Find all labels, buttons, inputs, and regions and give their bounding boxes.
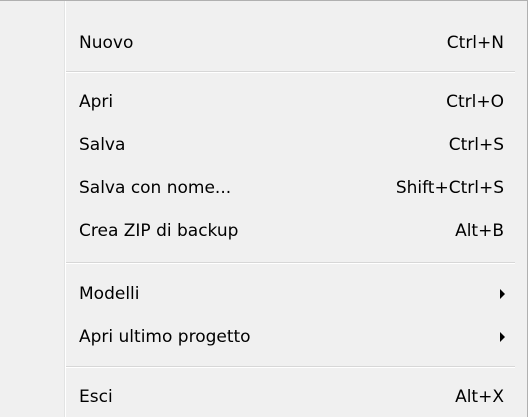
menu-item-label: Crea ZIP di backup	[79, 221, 239, 241]
menu-item-salva-con-nome[interactable]: Salva con nome... Shift+Ctrl+S	[66, 171, 515, 205]
menu-item-label: Esci	[79, 387, 113, 407]
menu-item-label: Apri	[79, 92, 114, 112]
menu-item-shortcut: Ctrl+N	[446, 33, 504, 53]
file-menu: Nuovo Ctrl+N Apri Ctrl+O Salva Ctrl+S Sa…	[0, 0, 528, 417]
menu-item-shortcut: Alt+X	[455, 387, 504, 407]
icon-gutter	[0, 1, 64, 417]
menu-item-crea-zip-backup[interactable]: Crea ZIP di backup Alt+B	[66, 214, 515, 248]
menu-item-salva[interactable]: Salva Ctrl+S	[66, 128, 515, 162]
submenu-arrow-icon	[500, 289, 505, 299]
menu-separator	[66, 262, 515, 264]
menu-item-shortcut: Ctrl+S	[448, 135, 504, 155]
menu-item-label: Salva	[79, 135, 126, 155]
menu-item-shortcut: Ctrl+O	[446, 92, 504, 112]
menu-separator	[66, 366, 515, 368]
menu-item-modelli[interactable]: Modelli	[66, 277, 515, 311]
menu-item-shortcut: Shift+Ctrl+S	[395, 178, 504, 198]
menu-item-label: Modelli	[79, 284, 140, 304]
menu-item-label: Salva con nome...	[79, 178, 232, 198]
menu-item-nuovo[interactable]: Nuovo Ctrl+N	[66, 26, 515, 60]
menu-separator	[66, 71, 515, 73]
menu-item-apri[interactable]: Apri Ctrl+O	[66, 85, 515, 119]
menu-item-apri-ultimo-progetto[interactable]: Apri ultimo progetto	[66, 320, 515, 354]
menu-item-label: Apri ultimo progetto	[79, 327, 251, 347]
menu-item-esci[interactable]: Esci Alt+X	[66, 380, 515, 414]
menu-item-shortcut: Alt+B	[455, 221, 504, 241]
gutter-divider-highlight	[65, 1, 66, 417]
submenu-arrow-icon	[500, 332, 505, 342]
menu-item-label: Nuovo	[79, 33, 134, 53]
